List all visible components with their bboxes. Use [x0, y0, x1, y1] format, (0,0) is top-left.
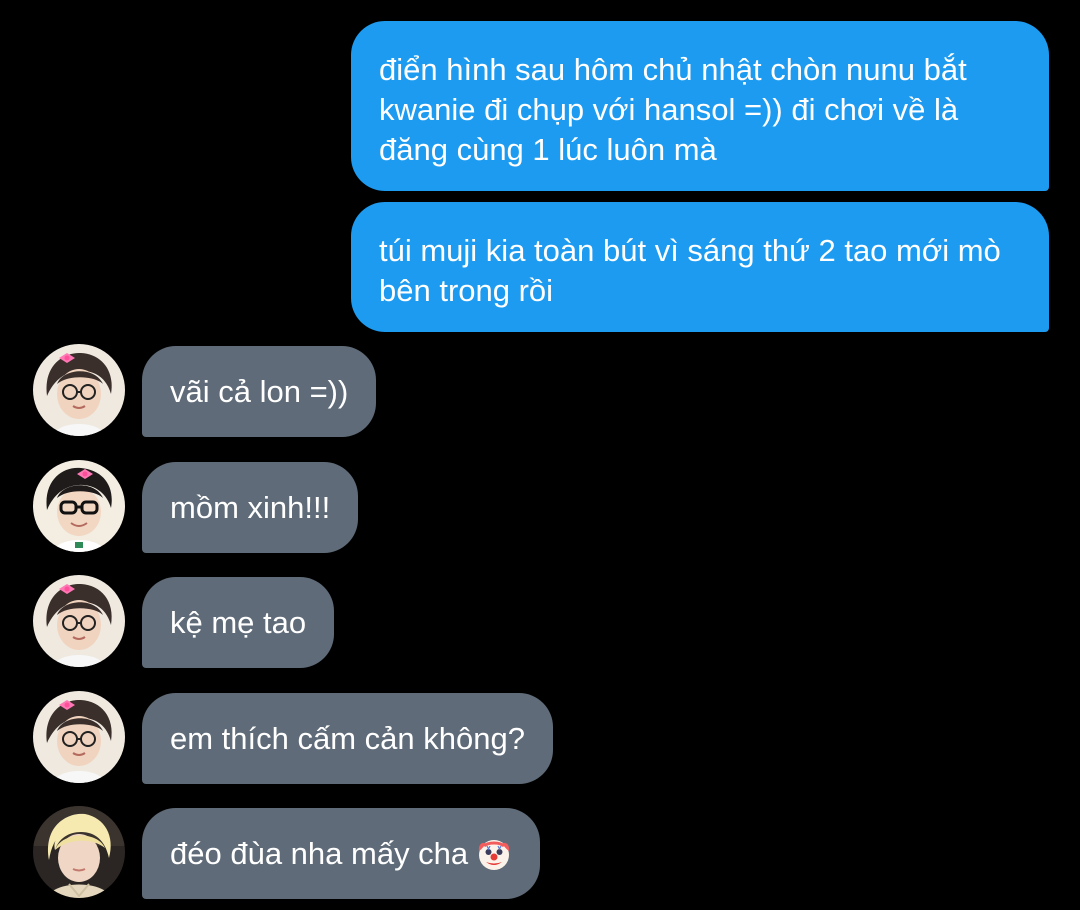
avatar-glasses-bow[interactable]: [33, 575, 125, 667]
incoming-message-bubble[interactable]: em thích cấm cản không?: [142, 693, 553, 784]
incoming-message-bubble[interactable]: vãi cả lon =)): [142, 346, 377, 437]
message-text: kệ mẹ tao: [170, 604, 307, 640]
outgoing-message-bubble[interactable]: túi muji kia toàn bút vì sáng thứ 2 tao …: [351, 202, 1049, 332]
incoming-message-bubble[interactable]: đéo đùa nha mấy cha: [142, 808, 541, 899]
message-text: đéo đùa nha mấy cha: [170, 835, 469, 871]
avatar-glasses-bow[interactable]: [33, 344, 125, 436]
message-text: vãi cả lon =)): [170, 373, 349, 409]
avatar-black-glasses-bow[interactable]: [33, 460, 125, 552]
outgoing-message-bubble[interactable]: điển hình sau hôm chủ nhật chòn nunu bắt…: [351, 21, 1049, 191]
message-text: điển hình sau hôm chủ nhật chòn nunu bắt…: [379, 52, 967, 167]
message-text: em thích cấm cản không?: [170, 720, 525, 756]
incoming-message-bubble[interactable]: mồm xinh!!!: [142, 462, 359, 553]
message-text: mồm xinh!!!: [170, 489, 331, 525]
clown-face-icon: [479, 839, 510, 870]
avatar-blonde[interactable]: [33, 806, 125, 898]
incoming-message-bubble[interactable]: kệ mẹ tao: [142, 577, 335, 668]
message-text: túi muji kia toàn bút vì sáng thứ 2 tao …: [379, 233, 1001, 308]
avatar-glasses-bow[interactable]: [33, 691, 125, 783]
